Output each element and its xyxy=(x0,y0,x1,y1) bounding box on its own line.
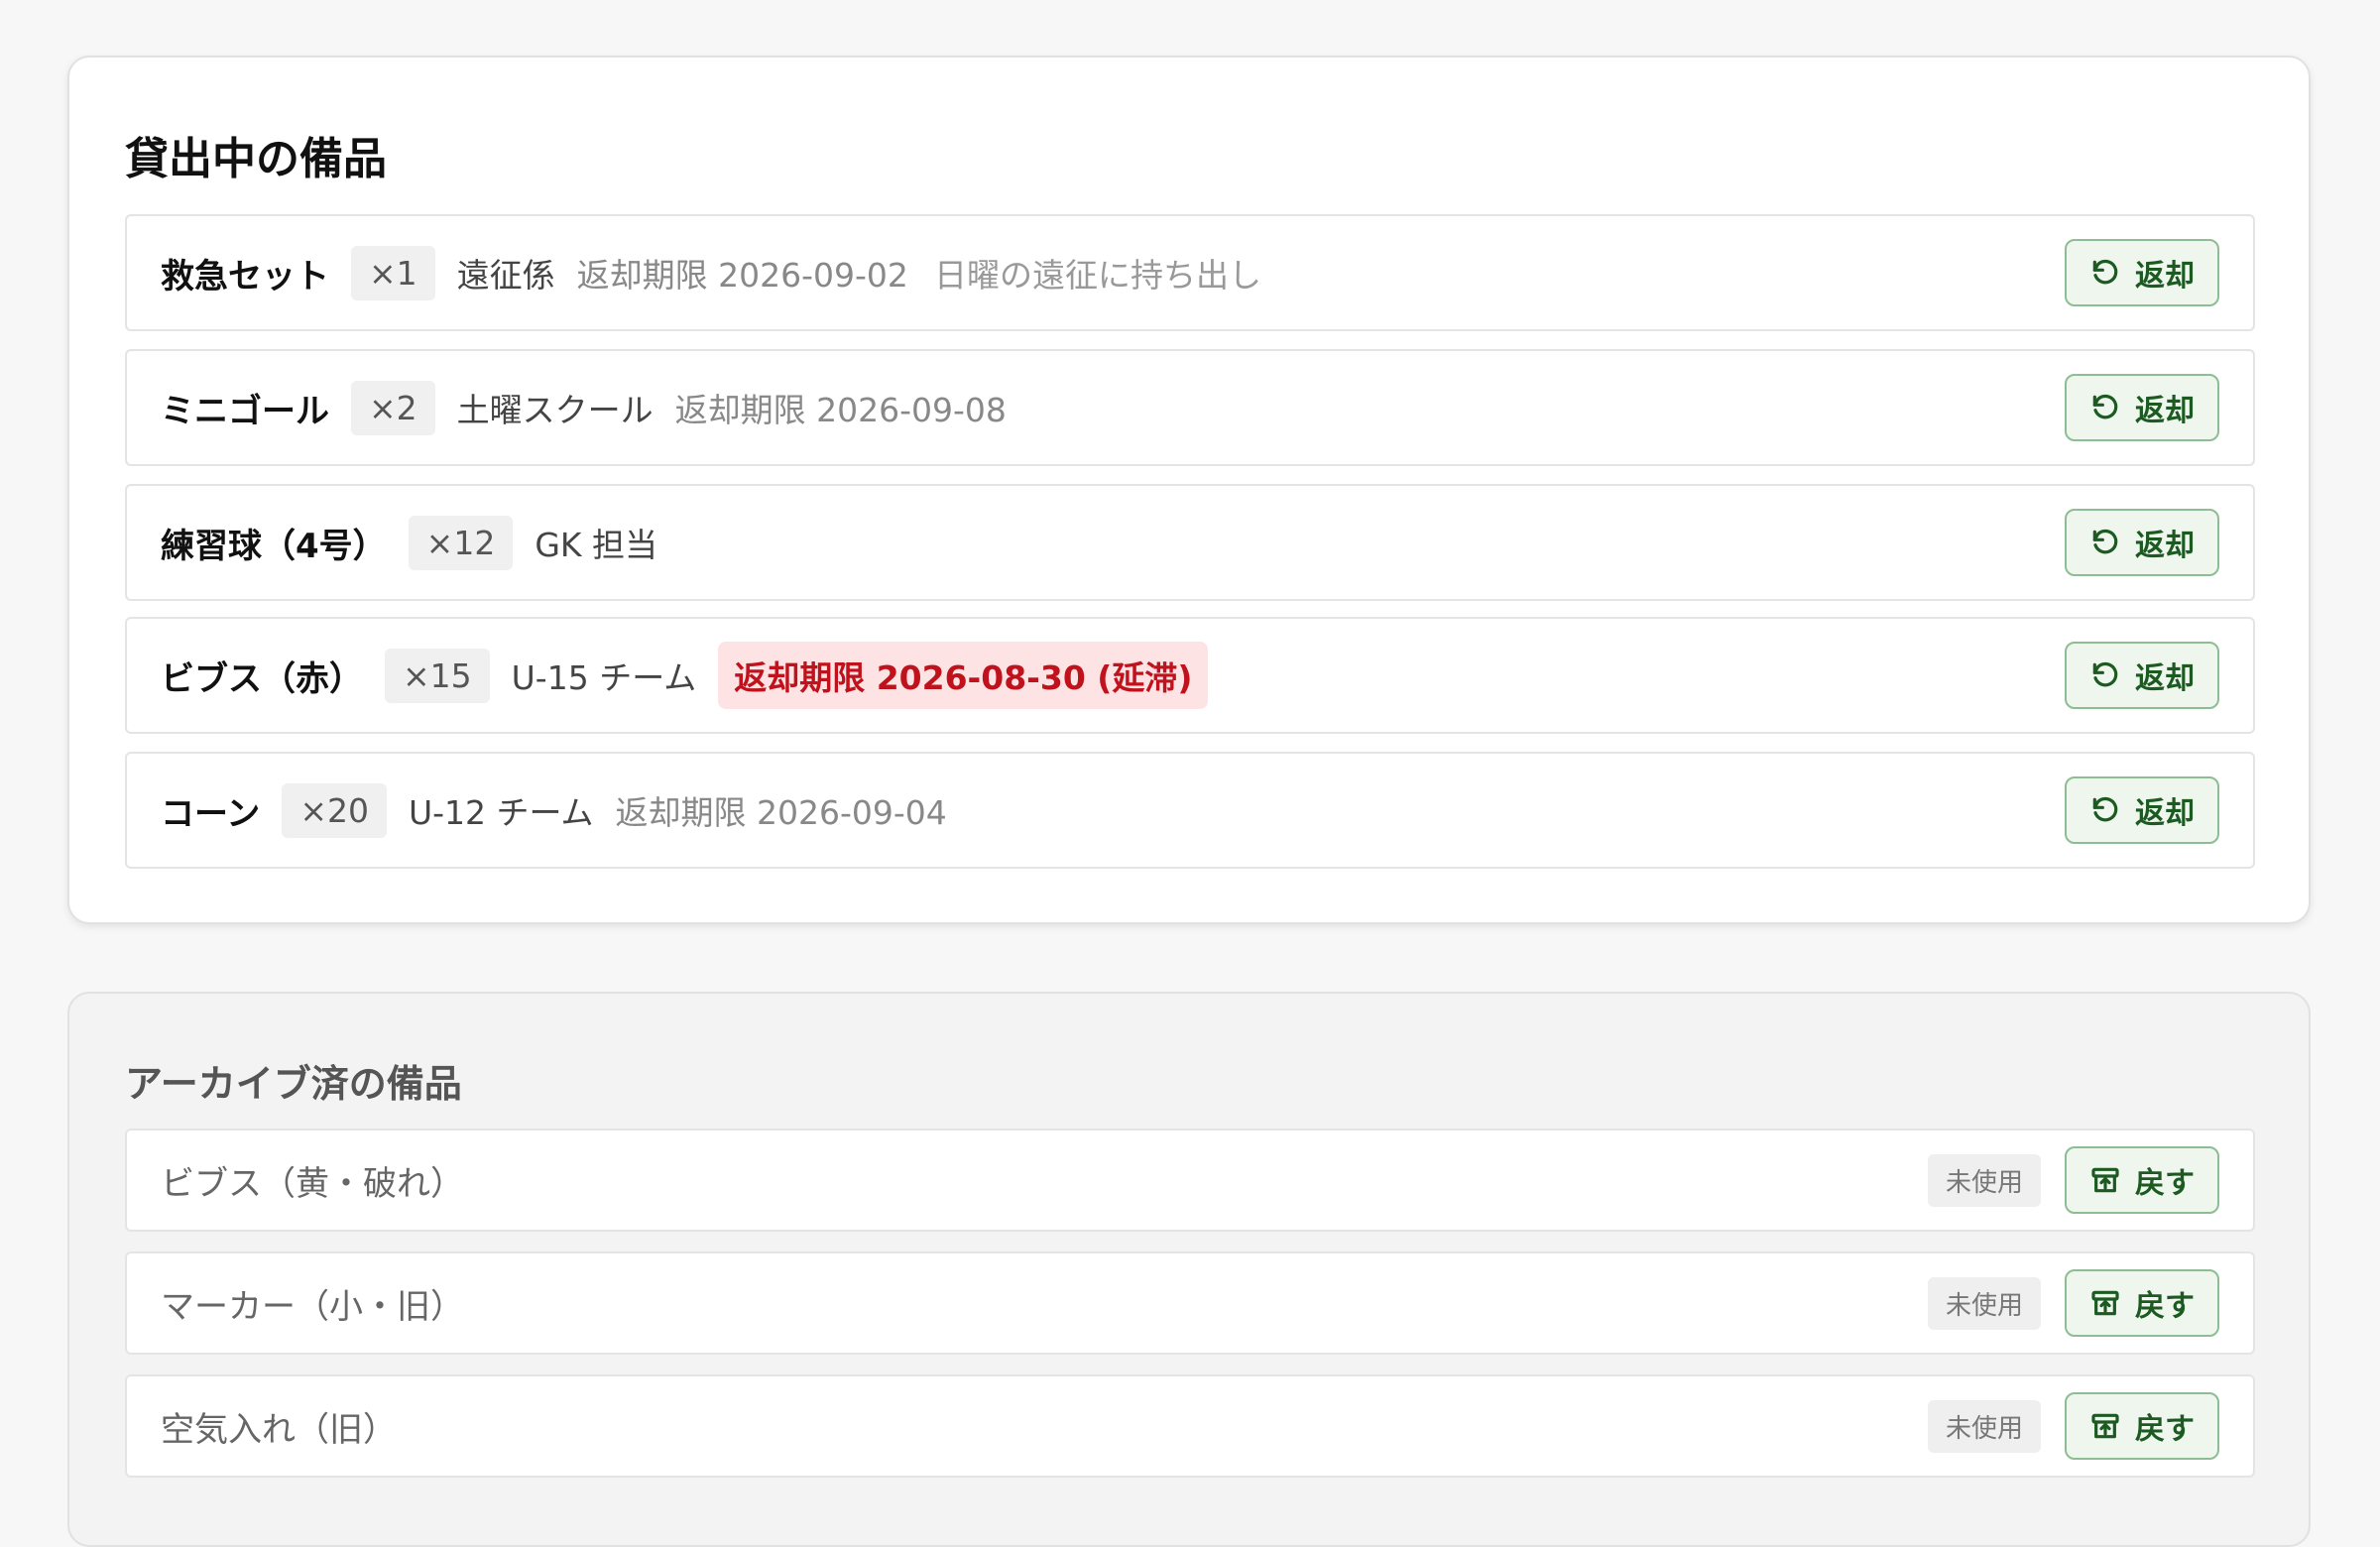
restore-button-label: 戻す xyxy=(2135,1413,2195,1446)
checked-out-item-row: ミニゴール ×2 土曜スクール 返却期限 2026-09-08 返却 xyxy=(125,349,2255,466)
archived-item-name: マーカー（小・旧） xyxy=(161,1286,464,1327)
return-button[interactable]: 返却 xyxy=(2065,776,2219,844)
item-quantity-badge: ×15 xyxy=(385,648,490,703)
restore-button-label: 戻す xyxy=(2135,1290,2195,1323)
item-quantity-badge: ×12 xyxy=(408,515,514,570)
checked-out-title: 貸出中の備品 xyxy=(125,134,387,184)
undo-arrow-icon xyxy=(2092,259,2118,285)
return-button-label: 返却 xyxy=(2135,395,2195,427)
undo-arrow-icon xyxy=(2092,394,2118,419)
archived-item-name: 空気入れ（旧） xyxy=(161,1409,397,1450)
item-quantity-badge: ×20 xyxy=(282,782,387,838)
checked-out-item-row: ビブス（赤） ×15 U-15 チーム 返却期限 2026-08-30 (延滞)… xyxy=(125,617,2255,734)
return-button-label: 返却 xyxy=(2135,797,2195,830)
archived-item-name: ビブス（黄・破れ） xyxy=(161,1163,464,1204)
return-button-label: 返却 xyxy=(2135,530,2195,562)
unused-status-badge: 未使用 xyxy=(1927,1153,2041,1207)
undo-arrow-icon xyxy=(2092,529,2118,554)
archived-item-row: ビブス（黄・破れ） 未使用 戻す xyxy=(125,1129,2255,1232)
archived-item-row: 空気入れ（旧） 未使用 戻す xyxy=(125,1374,2255,1478)
unarchive-icon xyxy=(2091,1290,2119,1316)
checked-out-item-row: 救急セット ×1 遠征係 返却期限 2026-09-02 日曜の遠征に持ち出し … xyxy=(125,214,2255,331)
item-holder: GK 担当 xyxy=(535,526,658,564)
unused-status-badge: 未使用 xyxy=(1927,1399,2041,1453)
restore-button[interactable]: 戻す xyxy=(2065,1392,2219,1460)
archived-item-row: マーカー（小・旧） 未使用 戻す xyxy=(125,1251,2255,1355)
restore-button[interactable]: 戻す xyxy=(2065,1146,2219,1214)
restore-button-label: 戻す xyxy=(2135,1167,2195,1200)
item-name: コーン xyxy=(161,793,261,834)
item-name: ミニゴール xyxy=(161,391,329,431)
overdue-due-badge: 返却期限 2026-08-30 (延滞) xyxy=(718,642,1209,709)
archived-title: アーカイブ済の備品 xyxy=(125,1062,462,1106)
undo-arrow-icon xyxy=(2092,796,2118,822)
item-due-date: 返却期限 2026-09-08 xyxy=(674,391,1007,429)
unarchive-icon xyxy=(2091,1167,2119,1193)
item-holder: U-15 チーム xyxy=(511,658,697,697)
restore-button[interactable]: 戻す xyxy=(2065,1269,2219,1337)
item-name: ビブス（赤） xyxy=(161,658,363,699)
checked-out-equipment-card: 貸出中の備品 救急セット ×1 遠征係 返却期限 2026-09-02 日曜の遠… xyxy=(67,56,2311,924)
return-button[interactable]: 返却 xyxy=(2065,509,2219,576)
undo-arrow-icon xyxy=(2092,661,2118,687)
item-note: 日曜の遠征に持ち出し xyxy=(933,256,1261,295)
item-quantity-badge: ×2 xyxy=(351,380,435,435)
return-button[interactable]: 返却 xyxy=(2065,239,2219,306)
unused-status-badge: 未使用 xyxy=(1927,1276,2041,1330)
return-button[interactable]: 返却 xyxy=(2065,374,2219,441)
return-button-label: 返却 xyxy=(2135,662,2195,695)
item-holder: 遠征係 xyxy=(456,256,555,295)
unarchive-icon xyxy=(2091,1413,2119,1439)
item-holder: U-12 チーム xyxy=(408,793,594,832)
item-name: 練習球（4号） xyxy=(161,526,387,566)
item-due-date: 返却期限 2026-09-04 xyxy=(615,793,947,832)
checked-out-item-row: コーン ×20 U-12 チーム 返却期限 2026-09-04 返却 xyxy=(125,752,2255,869)
return-button-label: 返却 xyxy=(2135,260,2195,293)
item-holder: 土曜スクール xyxy=(456,391,654,429)
item-due-date: 返却期限 2026-09-02 xyxy=(576,256,908,295)
return-button[interactable]: 返却 xyxy=(2065,642,2219,709)
checked-out-item-row: 練習球（4号） ×12 GK 担当 返却 xyxy=(125,484,2255,601)
item-quantity-badge: ×1 xyxy=(351,245,435,300)
item-name: 救急セット xyxy=(161,256,329,297)
archived-equipment-card: アーカイブ済の備品 ビブス（黄・破れ） 未使用 戻す マーカー（小・旧） 未使用… xyxy=(67,992,2311,1547)
